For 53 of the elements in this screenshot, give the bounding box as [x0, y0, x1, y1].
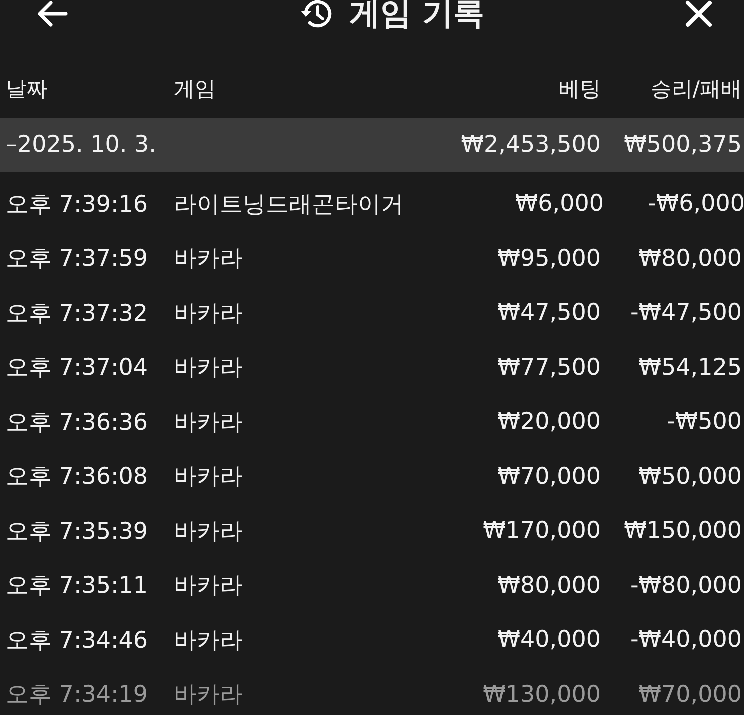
- table-cell-text: 바카라: [174, 300, 244, 329]
- table-cell-text: ₩40,000: [496, 627, 601, 654]
- table-cell-text: -₩500: [666, 409, 742, 436]
- table-cell-text: ₩150,000: [623, 518, 742, 544]
- table-cell-text: ₩70,000: [496, 464, 601, 490]
- table-cell-text: 오후 7:35:39: [6, 518, 149, 547]
- table-cell-text: -₩40,000: [629, 627, 742, 654]
- close-icon: [684, 0, 714, 29]
- column-header: 베팅: [558, 76, 601, 103]
- table-cell-text: 오후 7:36:08: [6, 463, 149, 492]
- back-button[interactable]: [36, 0, 70, 29]
- table-cell-text: 바카라: [174, 518, 244, 547]
- table-cell-text: 바카라: [174, 626, 244, 656]
- table-cell-text: ₩130,000: [482, 682, 601, 708]
- back-arrow-icon: [36, 0, 70, 29]
- table-cell-text: -₩47,500: [629, 300, 742, 326]
- table-cell-text: 오후 7:36:36: [6, 408, 149, 438]
- group-bet-total: ₩2,453,500: [460, 132, 601, 158]
- group-date: –2025. 10. 3.: [6, 132, 158, 158]
- table-cell-text: 바카라: [174, 354, 244, 384]
- table-cell-text: ₩70,000: [638, 682, 742, 708]
- date-group-row[interactable]: –2025. 10. 3. ₩2,453,500 ₩500,375: [0, 118, 744, 172]
- table-cell-text: ₩50,000: [638, 464, 742, 490]
- column-header: 승리/패배: [650, 76, 742, 103]
- group-result-total: ₩500,375: [623, 132, 742, 158]
- table-cell-text: 바카라: [174, 245, 244, 274]
- table-cell-text: 오후 7:34:46: [6, 626, 149, 656]
- table-cell-text: 오후 7:37:04: [6, 354, 149, 384]
- table-cell-text: 오후 7:37:32: [6, 300, 149, 329]
- table-cell-text: -₩80,000: [629, 572, 742, 599]
- table-cell-text: 오후 7:35:11: [6, 572, 149, 602]
- table-cell-text: ₩95,000: [496, 246, 601, 272]
- table-cell-text: ₩170,000: [482, 518, 601, 544]
- table-cell-text: -₩6,000: [647, 191, 744, 218]
- table-cell-text: 라이트닝드래곤타이거: [174, 190, 404, 220]
- table-cell-text: 바카라: [174, 408, 244, 438]
- table-cell-text: 오후 7:37:59: [6, 245, 149, 274]
- table-cell-text: 바카라: [174, 681, 244, 710]
- table-cell-text: ₩47,500: [496, 300, 601, 326]
- table-cell-text: ₩20,000: [496, 409, 601, 436]
- table-cell-text: ₩6,000: [514, 191, 604, 218]
- table-cell-text: ₩54,125: [638, 354, 742, 381]
- column-header: 날짜: [6, 76, 49, 103]
- table-cell-text: ₩80,000: [496, 572, 601, 599]
- table-cell-text: 바카라: [174, 572, 244, 602]
- close-button[interactable]: [684, 0, 714, 29]
- page-title: 게임 기록: [350, 0, 484, 34]
- column-header: 게임: [174, 76, 217, 103]
- table-cell-text: 바카라: [174, 463, 244, 492]
- table-cell-text: ₩77,500: [496, 354, 601, 381]
- table-cell-text: 오후 7:39:16: [6, 190, 149, 220]
- table-cell-text: 오후 7:34:19: [6, 681, 149, 710]
- table-cell-text: ₩80,000: [638, 246, 742, 272]
